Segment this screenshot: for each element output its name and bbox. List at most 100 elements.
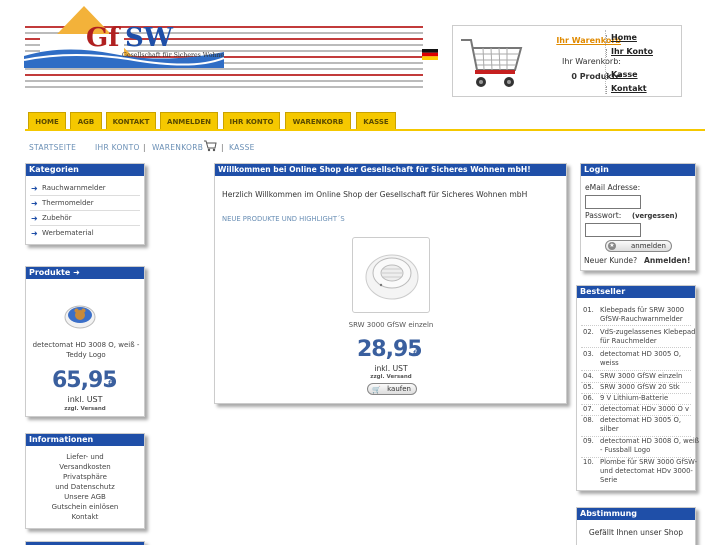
bestseller-item[interactable]: 01. Klebepads für SRW 3000 GfSW-Rauchwarn…: [583, 306, 693, 324]
bestseller-name: detectomat HD 3005 O, weiss: [600, 350, 681, 367]
rank: 02.: [583, 328, 594, 336]
tab-agb[interactable]: AGB: [70, 112, 102, 130]
star-icon: ★: [608, 242, 616, 250]
poll-title: Abstimmung: [577, 508, 695, 520]
category-zubehoer[interactable]: ➜ Zubehör: [30, 211, 140, 226]
info-link-liefer[interactable]: Liefer- und: [26, 453, 144, 461]
logo-tagline: Gesellschaft für Sicheres Wohnen: [122, 52, 224, 59]
smoke-detector-image: [365, 254, 419, 300]
bestseller-item[interactable]: 02. VdS-zugelassenes Klebepad für Rauchme…: [583, 328, 695, 346]
info-link-kontakt[interactable]: Kontakt: [26, 513, 144, 521]
arrow-right-icon: ➜: [73, 268, 80, 277]
login-button[interactable]: ★ anmelden: [605, 240, 672, 252]
rank: 07.: [583, 405, 594, 413]
bestseller-name: detectomat HDv 3000 O v: [600, 405, 690, 413]
arrow-right-icon: ➜: [31, 214, 38, 223]
bestseller-box: Bestseller 01. Klebepads für SRW 3000 GfS…: [576, 285, 699, 491]
breadcrumb-ihr-konto[interactable]: IHR KONTO: [95, 143, 140, 152]
rank: 08.: [583, 416, 594, 424]
product-name[interactable]: detectomat HD 3008 O, weiß - Teddy Logo: [30, 340, 142, 360]
rank: 04.: [583, 372, 594, 380]
bestseller-item[interactable]: 09. detectomat HD 3008 O, weiß - Fussball…: [583, 437, 699, 455]
login-box: Login eMail Adresse: Passwort: (vergesse…: [580, 163, 696, 271]
category-werbematerial[interactable]: ➜ Werbematerial: [30, 226, 140, 241]
category-rauchwarnmelder[interactable]: ➜ Rauchwarnmelder: [30, 181, 140, 196]
login-title: Login: [581, 164, 695, 176]
rank: 10.: [583, 458, 594, 466]
bestseller-item[interactable]: 06. 9 V Lithium-Batterie: [583, 394, 693, 403]
tab-anmelden[interactable]: ANMELDEN: [160, 112, 218, 130]
german-flag-icon[interactable]: [422, 49, 438, 60]
main-nav: HOME AGB KONTAKT ANMELDEN IHR KONTO WARE…: [25, 112, 727, 130]
password-input[interactable]: [585, 223, 641, 237]
breadcrumb-kasse[interactable]: KASSE: [229, 143, 255, 152]
shipping-note[interactable]: zzgl. Versand: [315, 374, 467, 380]
bestseller-name: SRW 3000 GfSW einzeln: [600, 372, 683, 380]
email-input[interactable]: [585, 195, 641, 209]
featured-product-name[interactable]: SRW 3000 GfSW einzeln: [315, 321, 467, 329]
info-link-privatsphaere[interactable]: Privatsphäre: [26, 473, 144, 481]
gfsw-logo[interactable]: Gf SW Gesellschaft für Sicheres Wohnen: [24, 4, 224, 68]
cart-account-box: Ihr Warenkorb Ihr Warenkorb: 0 Produkte …: [452, 25, 682, 97]
currency: €: [108, 379, 114, 389]
products-title[interactable]: Produkte ➜: [26, 267, 144, 279]
shipping-note[interactable]: zzgl. Versand: [26, 406, 144, 412]
info-link-datenschutz[interactable]: und Datenschutz: [26, 483, 144, 491]
category-thermomelder[interactable]: ➜ Thermomelder: [30, 196, 140, 211]
bestseller-item[interactable]: 04. SRW 3000 GfSW einzeln: [583, 372, 693, 381]
bestseller-item[interactable]: 03. detectomat HD 3005 O, weiss: [583, 350, 693, 368]
bestseller-item[interactable]: 07. detectomat HDv 3000 O v: [583, 405, 693, 414]
main-content-box: Willkommen bei Online Shop der Gesellsch…: [214, 163, 567, 404]
info-link-versandkosten[interactable]: Versandkosten: [26, 463, 144, 471]
tab-warenkorb[interactable]: WARENKORB: [285, 112, 351, 130]
divider: [581, 370, 691, 371]
bestseller-name: Klebepads für SRW 3000 GfSW-Rauchwarnmel…: [600, 306, 685, 323]
category-label: Rauchwarnmelder: [42, 184, 106, 192]
currency: €: [413, 349, 419, 359]
bestseller-name: detectomat HD 3008 O, weiß - Fussball Lo…: [600, 437, 700, 454]
product-image-frame[interactable]: [352, 237, 430, 313]
featured-product-price: 28,95: [357, 337, 423, 362]
bestseller-item[interactable]: 10. Plombe für SRW 3000 GfSW- und detecto…: [583, 458, 697, 485]
account-link-home[interactable]: Home: [606, 33, 637, 43]
breadcrumb-startseite[interactable]: STARTSEITE: [29, 143, 76, 152]
bestseller-name: VdS-zugelassenes Klebepad für Rauchmelde…: [600, 328, 696, 345]
welcome-text: Herzlich Willkommen im Online Shop der G…: [222, 190, 528, 199]
account-link-ihr-konto[interactable]: Ihr Konto: [606, 47, 653, 57]
bestseller-item[interactable]: 05. SRW 3000 GfSW 20 Stk: [583, 383, 693, 392]
nav-underline: [25, 129, 705, 131]
bestseller-name: 9 V Lithium-Batterie: [600, 394, 669, 402]
login-button-label: anmelden: [631, 242, 666, 250]
bestseller-name: SRW 3000 GfSW 20 Stk: [600, 383, 680, 391]
poll-question: Gefällt Ihnen unser Shop: [588, 528, 684, 537]
tax-note: inkl. UST: [67, 395, 103, 404]
teddy-detector-image[interactable]: [64, 299, 96, 331]
category-label: Zubehör: [42, 214, 72, 222]
breadcrumb-separator: |: [143, 143, 146, 152]
tab-kasse[interactable]: KASSE: [356, 112, 396, 130]
bestseller-item[interactable]: 08. detectomat HD 3005 O, silber: [583, 416, 693, 434]
cart-label: Ihr Warenkorb:: [562, 57, 621, 66]
bestseller-name: detectomat HD 3005 O, silber: [600, 416, 681, 433]
buy-button[interactable]: 🛒 kaufen: [367, 383, 417, 395]
arrow-right-icon: ➜: [31, 199, 38, 208]
tab-kontakt[interactable]: KONTAKT: [106, 112, 156, 130]
tab-home[interactable]: HOME: [28, 112, 66, 130]
breadcrumb-warenkorb[interactable]: WARENKORB: [152, 143, 203, 152]
email-label: eMail Adresse:: [585, 183, 641, 192]
arrow-right-icon: ➜: [31, 184, 38, 193]
breadcrumb-separator: |: [221, 143, 224, 152]
cart-small-icon: [204, 140, 217, 152]
info-link-agb[interactable]: Unsere AGB: [26, 493, 144, 501]
register-link[interactable]: Anmelden!: [644, 256, 690, 265]
shopping-cart-icon[interactable]: [457, 32, 527, 92]
poll-box: Abstimmung Gefällt Ihnen unser Shop: [576, 507, 696, 545]
logo-sw: SW: [125, 23, 174, 53]
tab-ihr-konto[interactable]: IHR KONTO: [223, 112, 280, 130]
arrow-right-icon: ➜: [31, 229, 38, 238]
account-link-kontakt[interactable]: Kontakt: [606, 84, 647, 94]
section-title: NEUE PRODUKTE UND HIGHLIGHT´S: [222, 215, 345, 223]
info-link-gutschein[interactable]: Gutschein einlösen: [26, 503, 144, 511]
forgot-password-link[interactable]: (vergessen): [632, 212, 678, 220]
account-link-kasse[interactable]: Kasse: [606, 70, 638, 80]
